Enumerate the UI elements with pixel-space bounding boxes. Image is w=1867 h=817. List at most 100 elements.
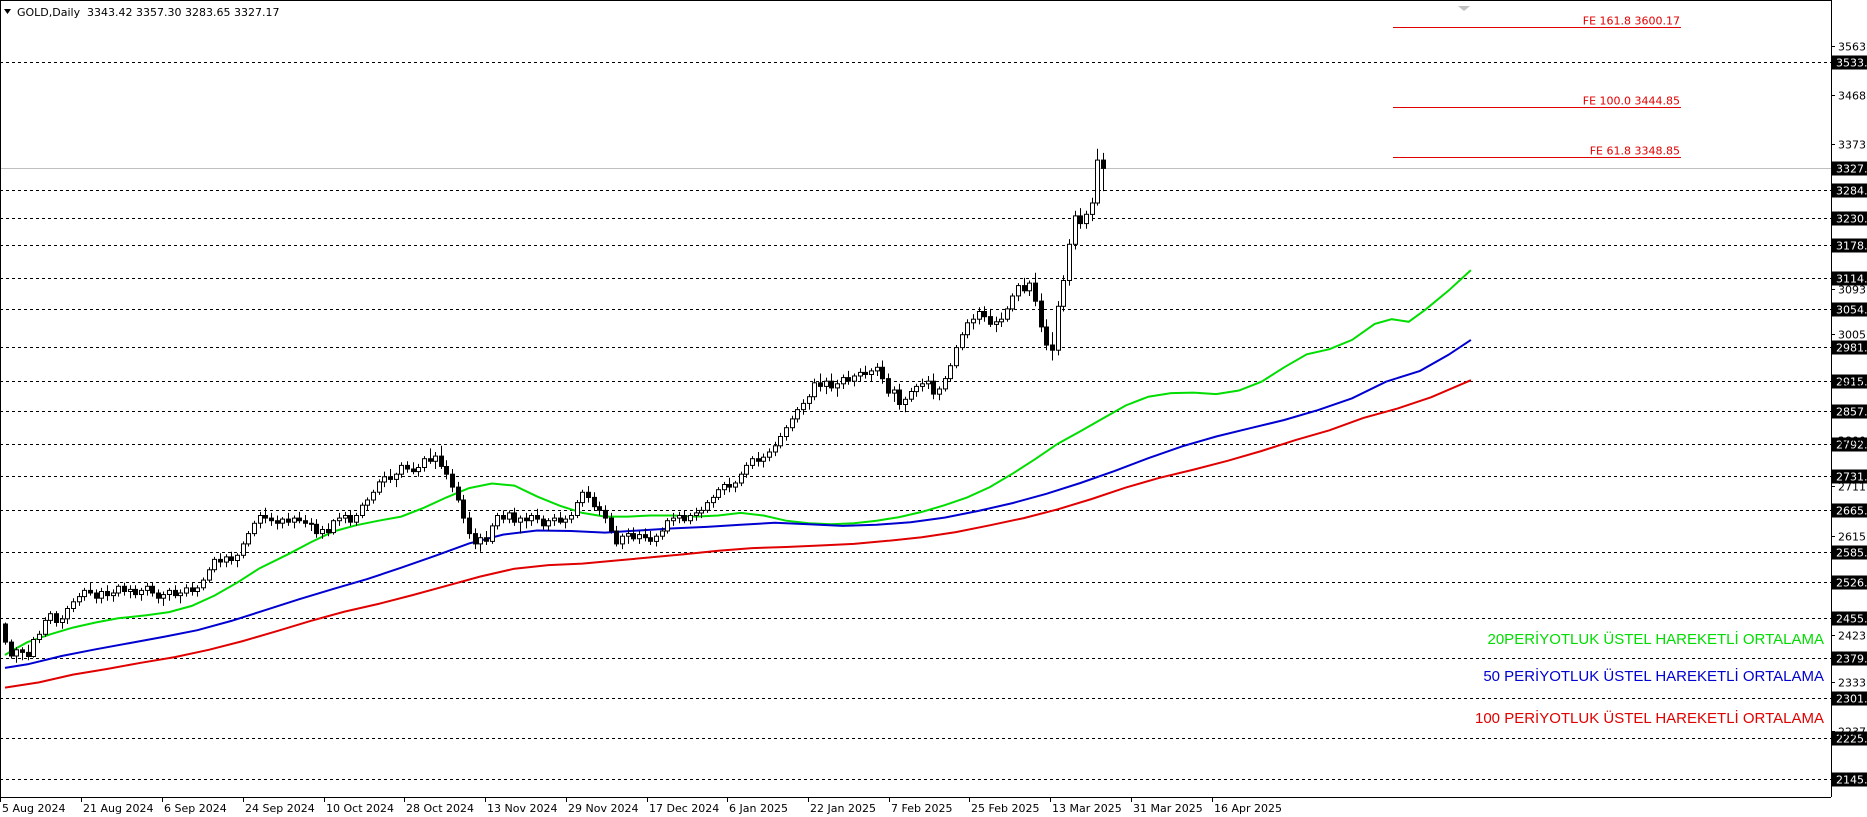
candle-bull [167, 589, 172, 596]
level-price-label: 3178.22 [1836, 240, 1867, 253]
candle-bull [82, 589, 87, 598]
price-tick-label: 3563.90 [1838, 41, 1867, 54]
candle-bull [1016, 285, 1021, 297]
candle-bear [603, 509, 608, 519]
candle-bull [382, 476, 387, 483]
candle-bear [173, 589, 178, 597]
candle-bull [711, 496, 716, 504]
candle-bull [1061, 280, 1066, 307]
candle-bear [105, 591, 110, 597]
candle-bull [999, 318, 1004, 323]
price-tick-label: 3373.30 [1838, 139, 1867, 152]
candle-bear [1101, 159, 1106, 169]
candle-bull [161, 594, 166, 599]
candle-bull [733, 482, 738, 488]
candle-bull [563, 518, 568, 523]
price-tick-label: 2800.50 [1838, 435, 1867, 448]
candle-bull [252, 522, 257, 535]
candle-bull [739, 473, 744, 484]
chart: FE 161.8 3600.17 FE 100.0 3444.85 FE 61.8 … [0, 0, 1867, 817]
candle-bull [761, 456, 766, 462]
candle-bull [337, 517, 342, 522]
candle-bear [439, 455, 444, 467]
candle-bear [269, 517, 274, 522]
candle-bull [371, 491, 376, 501]
candle-bear [303, 520, 308, 524]
candle-bull [665, 520, 670, 532]
candle-bear [133, 588, 138, 596]
candle-bull [626, 533, 631, 537]
candle-bull [246, 533, 251, 545]
candle-bull [365, 499, 370, 506]
candle-bear [818, 382, 823, 387]
candle-bear [122, 585, 127, 592]
candle-bull [14, 649, 19, 657]
candle-bear [54, 613, 59, 624]
candle-bear [309, 522, 314, 525]
candle-bull [478, 537, 483, 545]
candle-bear [94, 592, 99, 599]
candle-bull [99, 591, 104, 599]
symbol-label: GOLD,Daily [17, 6, 81, 19]
candle-bull [212, 558, 217, 571]
candle-bear [501, 515, 506, 520]
candle-bull [977, 311, 982, 320]
candle-bull [875, 366, 880, 372]
candle-bear [558, 517, 563, 523]
time-tick-label: 31 Mar 2025 [1133, 802, 1203, 815]
candle-bear [897, 389, 902, 405]
candle-bull [495, 515, 500, 527]
candle-bear [648, 537, 653, 542]
candle-bull [858, 371, 863, 377]
candle-bear [286, 518, 291, 523]
candle-bull [671, 517, 676, 522]
legend: 20PERİYOTLUK ÜSTEL HAREKETLİ ORTALAMA 50… [1475, 630, 1824, 727]
candle-bear [535, 515, 540, 520]
candle-bear [609, 517, 614, 532]
level-price-label: 3054.34 [1836, 304, 1867, 317]
candle-bull [688, 515, 693, 522]
candle-bull [280, 518, 285, 524]
candle-bull [195, 587, 200, 593]
candle-bull [795, 409, 800, 420]
candle-bull [575, 502, 580, 517]
candle-bear [988, 316, 993, 325]
candle-bear [326, 529, 331, 534]
time-tick-label: 13 Mar 2025 [1052, 802, 1122, 815]
candle-bull [31, 639, 36, 657]
candle-bull [37, 633, 42, 640]
candle-bull [546, 520, 551, 527]
candle-bull [60, 618, 65, 624]
candle-bull [178, 592, 183, 597]
candle-bull [224, 556, 229, 563]
candle-bull [529, 515, 534, 522]
candle-bull [1027, 282, 1032, 292]
candle-bull [292, 517, 297, 523]
candle-bull [812, 382, 817, 398]
candle-bull [201, 579, 206, 589]
candle-bear [586, 491, 591, 498]
candle-bull [552, 517, 557, 522]
candle-bull [914, 385, 919, 393]
candle-bull [920, 383, 925, 387]
time-tick-label: 28 Oct 2024 [406, 802, 474, 815]
candle-bear [597, 506, 602, 511]
level-price-label: 2145.22 [1836, 774, 1867, 787]
candle-bull [971, 318, 976, 324]
candle-bear [512, 512, 517, 523]
candle-bull [43, 619, 48, 635]
candle-bear [218, 558, 223, 563]
candle-bull [1084, 213, 1089, 225]
candle-bear [190, 587, 195, 593]
candle-bear [484, 537, 489, 542]
candle-bear [450, 473, 455, 488]
candle-bull [507, 512, 512, 520]
legend-ma20: 20PERİYOTLUK ÜSTEL HAREKETLİ ORTALAMA [1488, 630, 1825, 648]
candle-bear [444, 466, 449, 475]
candle-bull [637, 534, 642, 540]
candle-bull [184, 587, 189, 594]
price-tick-label: 2910.20 [1838, 379, 1867, 392]
candle-bull [620, 535, 625, 545]
candle-bear [1044, 326, 1049, 346]
current-price-label: 3327.17 [1836, 163, 1867, 176]
